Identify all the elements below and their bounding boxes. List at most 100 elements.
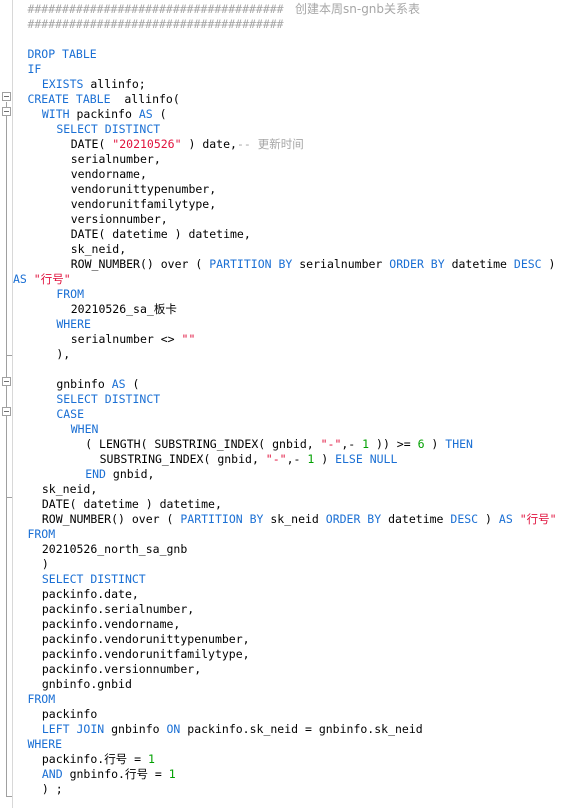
code-token: ON [166, 722, 181, 736]
code-line: SELECT DISTINCT [56, 392, 160, 407]
code-token: END [85, 467, 106, 481]
code-token: gnbinfo [56, 377, 112, 391]
folding-gutter[interactable] [0, 0, 13, 808]
code-token: EXISTS [41, 77, 84, 91]
code-token: ) [41, 557, 49, 571]
sql-editor[interactable]: ##################################### ###… [0, 0, 566, 808]
code-token: = [147, 767, 169, 781]
code-token: packinfo.serialnumber, [41, 602, 195, 616]
code-line: SELECT DISTINCT [42, 572, 146, 587]
code-line: ( LENGTH( SUBSTRING_INDEX( gnbid, "-",- … [85, 437, 473, 452]
code-token: ,- [286, 452, 308, 466]
code-token: AND [41, 767, 63, 781]
code-token: DATE( datetime ) datetime, [70, 227, 251, 241]
fold-toggle-case[interactable] [2, 407, 11, 416]
code-token: ORDER BY [325, 512, 382, 526]
code-token: LEFT JOIN [41, 722, 105, 736]
code-token: ( [152, 107, 167, 121]
code-line: 20210526_north_sa_gnb [42, 542, 187, 557]
code-line: LEFT JOIN gnbinfo ON packinfo.sk_neid = … [42, 722, 423, 737]
code-token: packinfo.sk_neid = gnbinfo.sk_neid [180, 722, 423, 736]
code-token: DATE( datetime ) datetime, [41, 497, 222, 511]
code-token: serialnumber [292, 257, 390, 271]
code-line: IF [27, 62, 41, 77]
code-token: ##################################### [27, 2, 284, 16]
code-token: AS [138, 107, 153, 121]
fold-toggle-with-packinfo[interactable] [2, 107, 11, 116]
code-token: DATE( [70, 137, 113, 151]
code-content[interactable]: ##################################### ###… [13, 0, 566, 808]
code-token: 行号 [104, 752, 128, 766]
code-line: SELECT DISTINCT [56, 122, 160, 137]
code-line: AS "行号" [13, 272, 71, 287]
code-line: ROW_NUMBER() over ( PARTITION BY serialn… [71, 257, 556, 272]
code-token: packinfo. [41, 752, 105, 766]
code-line: WHEN [71, 422, 99, 437]
code-token: PARTITION BY [180, 512, 264, 526]
code-token: = [127, 752, 148, 766]
code-token: gnbinfo. [62, 767, 125, 781]
code-token: 行号 [526, 512, 550, 526]
code-token: allinfo( [110, 92, 180, 106]
code-token: ) [541, 257, 556, 271]
code-line: DATE( datetime ) datetime, [71, 227, 251, 242]
code-line: ##################################### [27, 17, 283, 32]
code-line: vendorunittypenumber, [71, 182, 216, 197]
code-token: 行号 [124, 767, 148, 781]
fold-end-gnbinfo [6, 497, 12, 498]
code-token: packinfo.date, [41, 587, 139, 601]
code-token: ROW_NUMBER() over ( [41, 512, 181, 526]
code-token: sk_neid [263, 512, 326, 526]
code-token: ,- [341, 437, 363, 451]
code-token: -- [236, 137, 258, 151]
code-line: EXISTS allinfo; [42, 77, 146, 92]
code-token: datetime [381, 512, 451, 526]
code-line: versionnumber, [71, 212, 168, 227]
code-line: gnbinfo AS ( [56, 377, 139, 392]
code-token: "" [181, 332, 196, 346]
code-token: packinfo.versionnumber, [41, 662, 202, 676]
code-token: ) [424, 437, 446, 451]
code-token: WITH [41, 107, 70, 121]
code-token: sk_neid, [70, 242, 127, 256]
code-token: AS [498, 512, 513, 526]
header-comment-title: 创建本周sn-gnb关系表 [295, 2, 421, 16]
code-line: DATE( "20210526" ) date,-- 更新时间 [71, 137, 304, 152]
code-token: vendorname, [70, 167, 147, 181]
fold-end-create-table [6, 796, 12, 797]
code-token: PARTITION BY [209, 257, 293, 271]
code-line: CASE [56, 407, 84, 422]
code-line: WHERE [56, 317, 91, 332]
code-token: THEN [445, 437, 473, 451]
code-token: DESC [513, 257, 542, 271]
code-token: gnbinfo [104, 722, 167, 736]
code-token: WHERE [56, 317, 91, 331]
code-line: FROM [27, 527, 55, 542]
fold-toggle-gnbinfo[interactable] [2, 377, 11, 386]
code-token: DROP TABLE [27, 47, 97, 61]
fold-toggle-create-table[interactable] [2, 92, 11, 101]
code-line: DROP TABLE [27, 47, 96, 62]
code-line: packinfo.serialnumber, [42, 602, 194, 617]
code-line: ) [42, 557, 49, 572]
code-line: vendorunitfamilytype, [71, 197, 216, 212]
code-line: packinfo.行号 = 1 [42, 752, 155, 767]
code-line: ) ; [42, 782, 63, 797]
code-line: sk_neid, [71, 242, 126, 257]
code-token: )) >= [369, 437, 418, 451]
code-token: 20210526_north_sa_gnb [41, 542, 188, 556]
code-line: 20210526_sa_板卡 [71, 302, 177, 317]
code-token: 1 [168, 767, 176, 781]
code-token: ), [56, 347, 71, 361]
code-token: allinfo; [83, 77, 146, 91]
fold-end-with-packinfo [6, 355, 12, 356]
code-token: " [549, 512, 557, 526]
code-token: serialnumber, [70, 152, 161, 166]
code-token: packinfo.vendorname, [41, 617, 181, 631]
code-token: ( [125, 377, 140, 391]
code-token: SELECT DISTINCT [56, 122, 161, 136]
code-line: ROW_NUMBER() over ( PARTITION BY sk_neid… [42, 512, 557, 527]
code-token: IF [27, 62, 42, 76]
code-line: packinfo.versionnumber, [42, 662, 201, 677]
